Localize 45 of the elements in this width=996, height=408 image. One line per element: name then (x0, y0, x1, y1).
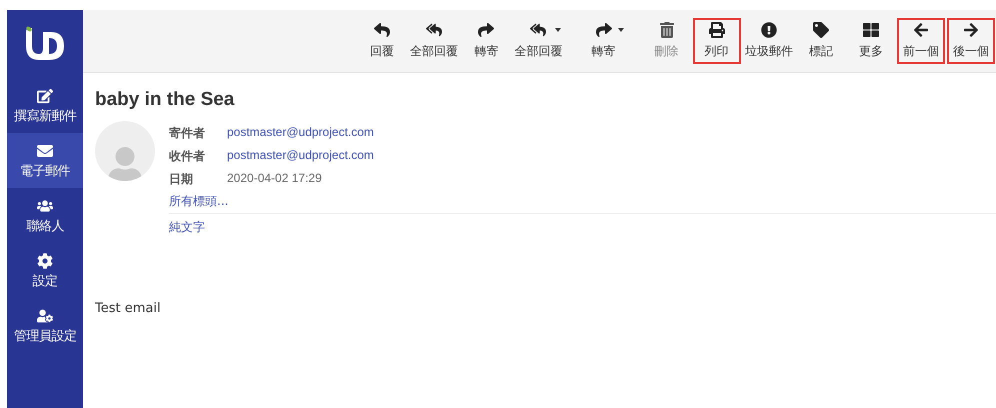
users-icon (37, 198, 53, 214)
envelope-icon (37, 143, 53, 159)
reply-all-icon (530, 22, 546, 38)
reply-all-button[interactable]: 全部回覆 (408, 18, 460, 64)
caret-icon[interactable] (554, 28, 561, 32)
reply-icon (374, 22, 390, 38)
arrow-left-icon (912, 22, 929, 38)
sidebar-item[interactable]: 管理員設定 (7, 298, 83, 353)
reply-button[interactable]: 回覆 (358, 18, 406, 64)
sidebar-item[interactable]: 撰寫新郵件 (7, 78, 83, 133)
all-headers-link[interactable]: 所有標頭... (169, 188, 228, 213)
message-body: Test email (95, 301, 162, 316)
plain-text-link[interactable]: 純文字 (169, 214, 205, 239)
more-button[interactable]: 更多 (846, 18, 895, 64)
reply-all-button[interactable]: 全部回覆 (512, 18, 565, 64)
tag-icon (812, 22, 829, 38)
printer-icon (708, 22, 725, 38)
previous-button[interactable]: 前一個 (896, 18, 945, 64)
header-label: 收件者 (169, 148, 206, 165)
caret-icon[interactable] (618, 28, 624, 32)
exclamation-icon (760, 22, 777, 38)
email-link[interactable]: postmaster@udproject.com (227, 148, 374, 165)
next-button[interactable]: 後一個 (946, 18, 995, 64)
user-gear-icon (37, 308, 53, 324)
gear-icon (37, 253, 53, 269)
trash-icon (658, 22, 675, 38)
forward-icon (478, 22, 494, 38)
sidebar-item[interactable]: 電子郵件 (7, 133, 83, 188)
header-label: 日期 (169, 171, 194, 188)
email-link[interactable]: postmaster@udproject.com (227, 125, 374, 142)
header-value: 2020-04-02 17:29 (227, 171, 323, 187)
sidebar-item[interactable]: 聯絡人 (7, 188, 83, 243)
tag-button[interactable]: 標記 (796, 18, 845, 64)
message-subject: baby in the Sea (95, 89, 236, 111)
forward-button[interactable]: 轉寄 (462, 18, 510, 64)
print-button[interactable]: 列印 (692, 18, 741, 64)
header-label: 寄件者 (169, 125, 206, 142)
forward-button[interactable]: 轉寄 (580, 18, 628, 64)
grid-icon (862, 22, 879, 38)
spam-button[interactable]: 垃圾郵件 (742, 18, 795, 64)
forward-icon (596, 22, 612, 38)
edit-icon (37, 88, 53, 104)
reply-all-icon (426, 22, 442, 38)
sidebar-item[interactable]: 設定 (7, 243, 83, 298)
arrow-right-icon (962, 22, 979, 38)
